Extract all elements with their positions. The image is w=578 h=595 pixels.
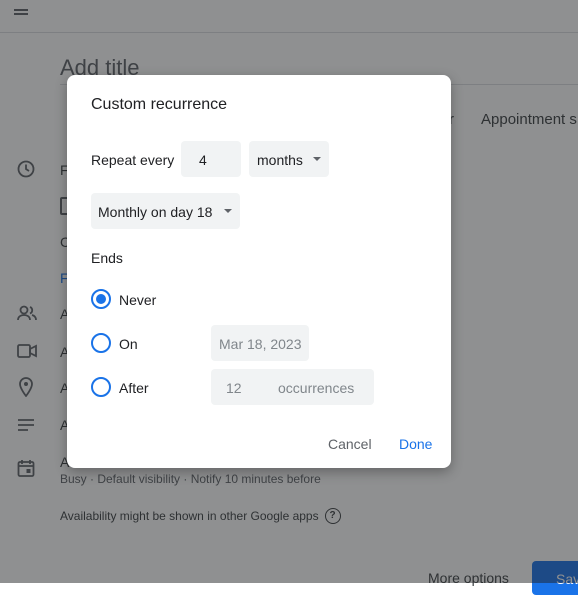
radio-on[interactable] xyxy=(91,333,111,353)
chevron-down-icon xyxy=(224,209,232,213)
after-unit-label: occurrences xyxy=(278,380,355,396)
cancel-button[interactable]: Cancel xyxy=(328,436,372,452)
custom-recurrence-dialog: Custom recurrence Repeat every 4 months … xyxy=(67,75,451,468)
done-button[interactable]: Done xyxy=(399,436,432,452)
radio-selected-dot xyxy=(96,294,106,304)
repeat-unit-select[interactable]: months xyxy=(249,141,329,177)
monthly-option-select[interactable]: Monthly on day 18 xyxy=(91,193,240,229)
after-count-input[interactable]: 12 occurrences xyxy=(211,369,374,405)
on-label[interactable]: On xyxy=(119,336,138,352)
chevron-down-icon xyxy=(313,157,321,161)
repeat-count-value: 4 xyxy=(199,152,207,168)
after-label[interactable]: After xyxy=(119,380,149,396)
monthly-option-value: Monthly on day 18 xyxy=(98,204,213,220)
after-count-value: 12 xyxy=(226,380,242,396)
repeat-every-label: Repeat every xyxy=(91,152,175,168)
never-label[interactable]: Never xyxy=(119,292,156,308)
dialog-title: Custom recurrence xyxy=(91,96,228,113)
on-date-value: Mar 18, 2023 xyxy=(219,336,302,352)
radio-never[interactable] xyxy=(91,289,111,309)
repeat-unit-value: months xyxy=(257,152,303,168)
repeat-count-input[interactable]: 4 xyxy=(181,141,241,177)
ends-label: Ends xyxy=(91,250,123,266)
on-date-input[interactable]: Mar 18, 2023 xyxy=(211,325,309,361)
radio-after[interactable] xyxy=(91,377,111,397)
